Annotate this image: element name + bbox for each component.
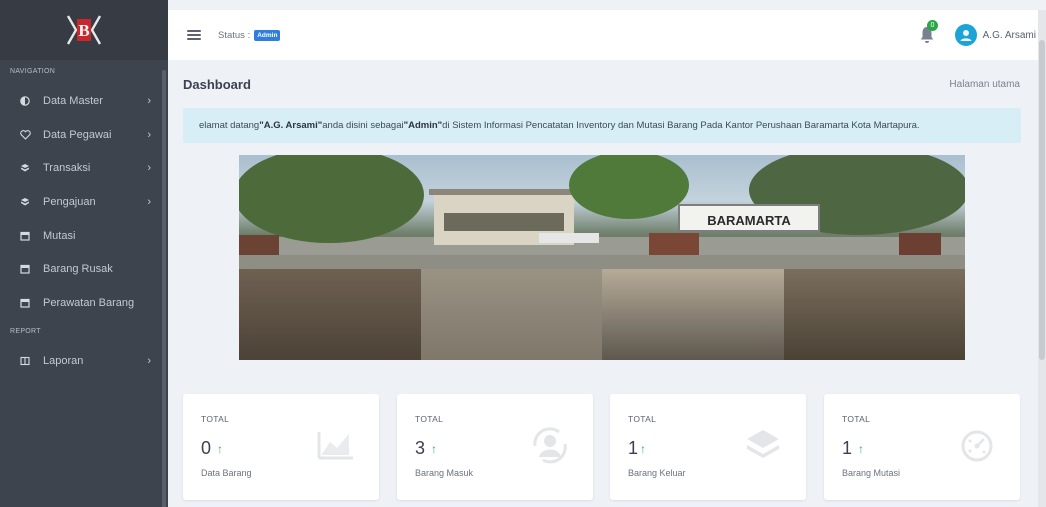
sidebar-item-transaksi[interactable]: Transaksi › [0,151,168,185]
card-description: Barang Mutasi [842,468,901,478]
user-name: A.G. Arsami [982,29,1036,41]
sidebar-item-label: Data Pegawai [43,128,112,141]
cube-icon [19,196,31,208]
sidebar-item-barang-rusak[interactable]: Barang Rusak [0,252,168,286]
card-label: TOTAL [415,414,444,424]
arrow-up-icon: ↑ [640,441,647,456]
sidebar: B NAVIGATION Data Master › Data Pegawai … [0,0,168,507]
baramarta-sign-text: BARAMARTA [707,213,791,228]
calendar-icon [19,263,31,275]
welcome-suffix: di Sistem Informasi Pencatatan Inventory… [442,120,920,131]
timer-icon [961,430,993,462]
stat-card-barang-masuk[interactable]: TOTAL 3 ↑ Barang Masuk [397,394,593,500]
stat-card-barang-mutasi[interactable]: TOTAL 1 ↑ Barang Mutasi [824,394,1020,500]
company-photo-collage: BARAMARTA [239,155,965,360]
user-refresh-icon [533,427,567,464]
welcome-role: "Admin" [403,120,443,131]
half-circle-icon [19,95,31,107]
page-scrollbar-thumb[interactable] [1039,40,1045,360]
card-value: 0 ↑ [201,438,223,459]
notification-count: 0 [927,20,938,31]
page-title: Dashboard [183,77,251,92]
welcome-alert: elamat datang "A.G. Arsami" anda disini … [183,108,1021,143]
card-number: 1 [842,438,853,458]
svg-text:B: B [78,21,89,40]
sidebar-item-label: Pengajuan [43,195,96,208]
chevron-right-icon: › [147,162,151,175]
stat-card-data-barang[interactable]: TOTAL 0 ↑ Data Barang [183,394,379,500]
sidebar-item-label: Perawatan Barang [43,296,135,309]
user-menu[interactable]: A.G. Arsami [954,24,1036,46]
sidebar-item-data-pegawai[interactable]: Data Pegawai › [0,118,168,152]
notification-bell[interactable]: 0 [920,20,938,44]
section-report: REPORT [10,327,41,335]
sidebar-item-label: Laporan [43,354,84,367]
office-building-photo: BARAMARTA [239,155,965,269]
stat-card-barang-keluar[interactable]: TOTAL 1 ↑ Barang Keluar [610,394,806,500]
excavator-photo [239,269,421,360]
status-badge: Admin [254,29,281,41]
welcome-middle: anda disini sebagai [322,120,404,131]
sidebar-item-label: Barang Rusak [43,263,113,276]
status-indicator: Status : Admin [218,29,281,41]
chart-area-icon [317,432,353,460]
user-avatar-icon [960,30,972,41]
avatar [954,24,977,46]
sidebar-item-data-master[interactable]: Data Master › [0,84,168,118]
sidebar-item-label: Mutasi [43,229,76,242]
layers-icon [747,430,779,458]
card-value: 3 ↑ [415,438,437,459]
cube-icon [19,162,31,174]
mining-photos [239,269,965,360]
sidebar-item-label: Transaksi [43,162,91,175]
road-car-photo [420,269,602,360]
sidebar-item-pengajuan[interactable]: Pengajuan › [0,185,168,219]
card-number: 0 [201,438,212,458]
card-description: Barang Keluar [628,468,686,478]
chevron-right-icon: › [147,94,151,107]
status-label: Status : [218,29,251,41]
card-value: 1 ↑ [842,438,864,459]
section-navigation: NAVIGATION [10,68,56,75]
calendar-icon [19,297,31,309]
card-label: TOTAL [628,414,657,424]
columns-icon [19,355,31,367]
heart-icon [19,129,31,141]
calendar-icon [19,230,31,242]
arrow-up-icon: ↑ [858,441,865,456]
chevron-right-icon: › [147,354,151,367]
card-label: TOTAL [201,414,230,424]
topbar: Status : Admin 0 A.G. Arsami [168,10,1046,60]
sidebar-scrollbar[interactable] [162,70,166,507]
welcome-user-name: "A.G. Arsami" [259,120,323,131]
card-number: 3 [415,438,426,458]
card-description: Barang Masuk [415,468,474,478]
card-number: 1 [628,438,639,458]
baramarta-logo-icon: B [66,15,102,45]
sidebar-item-mutasi[interactable]: Mutasi [0,219,168,253]
breadcrumb: Halaman utama [949,79,1020,90]
sidebar-item-laporan[interactable]: Laporan › [0,344,168,378]
chevron-right-icon: › [147,195,151,208]
sidebar-item-perawatan-barang[interactable]: Perawatan Barang [0,286,168,320]
quarry-photo [602,269,784,360]
sidebar-item-label: Data Master [43,94,103,107]
arrow-up-icon: ↑ [431,441,438,456]
card-description: Data Barang [201,468,252,478]
menu-toggle-icon[interactable] [187,30,201,40]
arrow-up-icon: ↑ [217,441,224,456]
welcome-prefix: elamat datang [199,120,260,131]
card-label: TOTAL [842,414,871,424]
brand-logo[interactable]: B [0,0,168,60]
chevron-right-icon: › [147,128,151,141]
yellow-excavator-photo [783,269,965,360]
page-scrollbar[interactable] [1038,10,1046,507]
card-value: 1 ↑ [628,438,646,459]
